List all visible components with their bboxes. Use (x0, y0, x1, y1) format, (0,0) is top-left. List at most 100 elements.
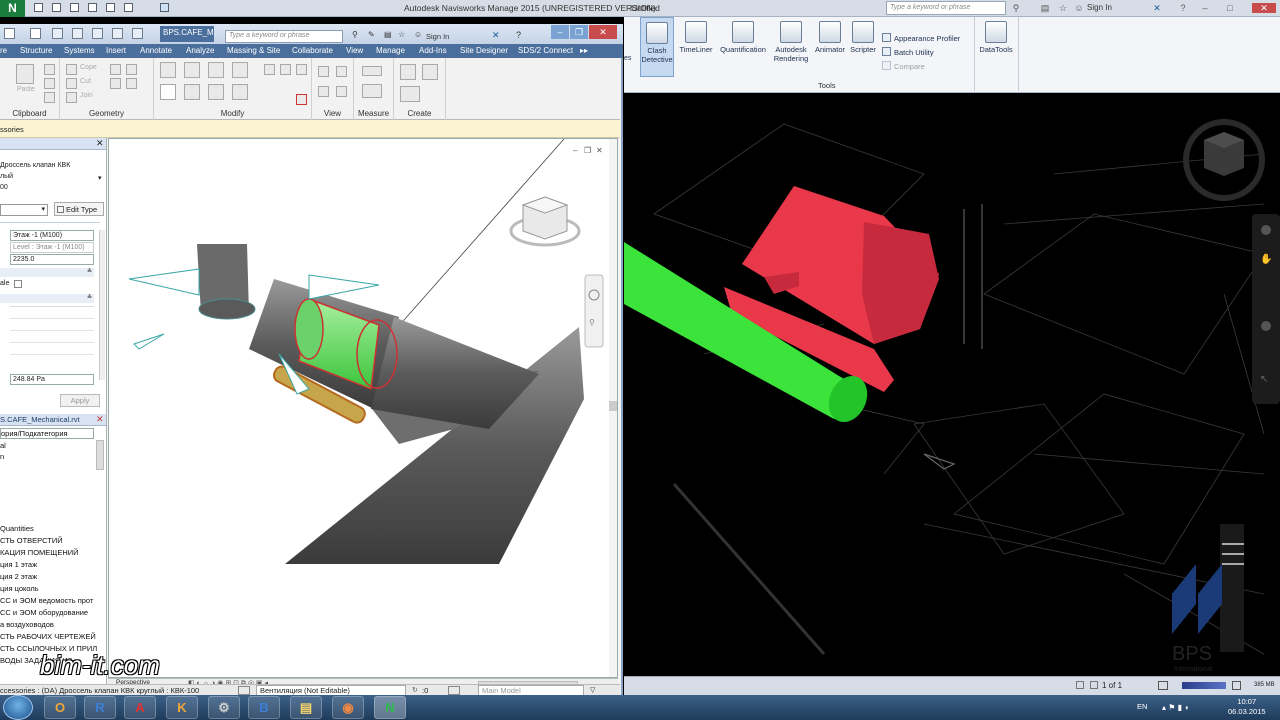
redo-icon[interactable] (124, 3, 133, 12)
branch-duct[interactable] (249, 279, 539, 429)
revit-restore-icon[interactable]: ❐ (570, 25, 588, 39)
match-properties-icon[interactable] (44, 92, 55, 103)
user-icon[interactable]: ☺ (1074, 3, 1084, 13)
minimize-icon[interactable]: – (1200, 3, 1210, 13)
type-selector-dropdown-icon[interactable]: ▾ (98, 174, 102, 182)
view-window-controls[interactable]: – ❐ ✕ (573, 146, 603, 155)
steering-wheel-icon[interactable] (1261, 225, 1271, 235)
view-scroll-thumb[interactable] (609, 401, 618, 411)
k-app-icon[interactable]: K (166, 696, 198, 719)
revit-search-input[interactable]: Type a keyword or phrase (225, 30, 343, 43)
folder-app-icon[interactable]: ▤ (290, 696, 322, 719)
browser-item[interactable]: al (0, 441, 6, 450)
revit-minimize-icon[interactable]: – (551, 25, 569, 39)
properties-close-icon[interactable]: ✕ (96, 138, 104, 149)
compare-button[interactable]: Compare (882, 60, 960, 74)
scale-icon[interactable] (280, 64, 291, 75)
tab-site-designer[interactable]: Site Designer (460, 46, 508, 55)
tab-systems[interactable]: Systems (64, 46, 95, 55)
browser-item[interactable]: СТЬ ОТВЕРСТИЙ (0, 536, 63, 545)
prev-page-icon[interactable] (1090, 681, 1098, 689)
revit-qat-icon[interactable] (52, 28, 63, 39)
browser-scrollbar[interactable] (96, 440, 104, 470)
geometry-cut-icon[interactable] (66, 78, 77, 89)
move-icon[interactable] (160, 84, 176, 100)
create-assembly-icon[interactable] (400, 86, 420, 102)
new-file-icon[interactable] (34, 3, 43, 12)
nav-signin-link[interactable]: Sign In (1087, 3, 1112, 12)
split-icon[interactable] (232, 62, 248, 78)
browser-item[interactable]: СС и ЭОМ ведомость прот (0, 596, 93, 605)
edit-type-button[interactable]: Edit Type (54, 202, 104, 216)
revit-document-tab[interactable]: BPS.CAFE_M... (160, 26, 214, 42)
section-collapse-icon[interactable]: ≙ (0, 268, 94, 277)
align-icon[interactable] (160, 62, 176, 78)
browser-item[interactable]: n (0, 452, 4, 461)
instance-filter-select[interactable]: ▾ (0, 204, 48, 216)
design-options-icon[interactable] (448, 686, 460, 695)
tab-insert[interactable]: Insert (106, 46, 126, 55)
rotate-icon[interactable] (184, 84, 200, 100)
exchange-icon[interactable]: ✕ (1152, 3, 1162, 13)
geometry-tool-icon[interactable] (110, 64, 121, 75)
editing-requests-icon[interactable]: ↻ (412, 686, 418, 694)
revit-qat-icon[interactable] (112, 28, 123, 39)
navisworks-3d-viewport[interactable]: ✋ ↖ BPS International (624, 94, 1280, 676)
revit-app-icon[interactable]: R (84, 696, 116, 719)
revit-close-icon[interactable]: ✕ (589, 25, 617, 39)
geometry-tool-icon[interactable] (110, 78, 121, 89)
join-icon[interactable] (66, 92, 77, 103)
create-part-icon[interactable] (400, 64, 416, 80)
revit-qat-icon[interactable] (72, 28, 83, 39)
chrome-app-icon[interactable]: ◉ (332, 696, 364, 719)
tab-structure[interactable]: Structure (20, 46, 52, 55)
pan-icon[interactable]: ✋ (1260, 252, 1272, 265)
tab-sds2-connect[interactable]: SDS/2 Connect (518, 46, 573, 55)
linework-icon[interactable] (336, 86, 347, 97)
view-minimize-icon[interactable]: – (573, 146, 578, 155)
select-icon[interactable] (160, 3, 169, 12)
override-icon[interactable] (336, 66, 347, 77)
revit-qat-icon[interactable] (4, 28, 15, 39)
clash-detective-button[interactable]: Clash Detective (640, 17, 674, 77)
revit-zoom-icon[interactable]: ⚲ (589, 318, 595, 327)
binoculars-icon[interactable]: ⚲ (1011, 3, 1021, 13)
tab-collaborate[interactable]: Collaborate (292, 46, 333, 55)
level-field[interactable]: Этаж -1 (M100) (10, 230, 94, 241)
browser-item[interactable]: СТЬ РАБОЧИХ ЧЕРТЕЖЕЙ (0, 632, 96, 641)
timeliner-button[interactable]: TimeLiner (676, 17, 716, 77)
batch-utility-button[interactable]: Batch Utility (882, 46, 960, 60)
revit-sync-icon[interactable] (30, 28, 41, 39)
navisworks-logo-icon[interactable]: N (0, 0, 25, 17)
autocad-app-icon[interactable]: A (124, 696, 156, 719)
offset-icon[interactable] (184, 62, 200, 78)
trim-icon[interactable] (208, 84, 224, 100)
scripter-button[interactable]: Scripter (848, 17, 878, 77)
tab-view[interactable]: View (346, 46, 363, 55)
maximize-icon[interactable]: □ (1225, 3, 1235, 13)
revit-comm-icon[interactable]: ✎ (368, 30, 375, 39)
tab-annotate[interactable]: Annotate (140, 46, 172, 55)
browser-item[interactable]: ция 1 этаж (0, 560, 37, 569)
project-browser-close-icon[interactable]: ✕ (96, 414, 104, 425)
pressure-drop-field[interactable]: 248.84 Pa (10, 374, 94, 385)
tab-add-ins[interactable]: Add-Ins (419, 46, 447, 55)
star-icon[interactable]: ☆ (1058, 3, 1068, 13)
pin-icon[interactable] (296, 64, 307, 75)
section-collapse-icon[interactable]: ≙ (0, 294, 94, 303)
vertical-duct[interactable] (197, 244, 256, 320)
navigation-bar[interactable]: ✋ ↖ (1252, 214, 1280, 404)
revit-qat-icon[interactable] (92, 28, 103, 39)
tabs-overflow-icon[interactable]: ▸▸ (580, 46, 588, 55)
tab-manage[interactable]: Manage (376, 46, 405, 55)
first-page-icon[interactable] (1076, 681, 1084, 689)
quantification-button[interactable]: Quantification (716, 17, 770, 77)
revit-binoculars-icon[interactable]: ⚲ (352, 30, 358, 39)
revit-viewcube-icon[interactable] (509, 196, 581, 247)
revit-exchange-icon[interactable]: ✕ (492, 30, 500, 41)
tool-app-icon[interactable]: ⚙ (208, 696, 240, 719)
subscription-icon[interactable]: ▤ (1040, 3, 1050, 13)
array-icon[interactable] (264, 64, 275, 75)
view-close-icon[interactable]: ✕ (596, 146, 603, 155)
start-button-icon[interactable] (3, 695, 33, 720)
